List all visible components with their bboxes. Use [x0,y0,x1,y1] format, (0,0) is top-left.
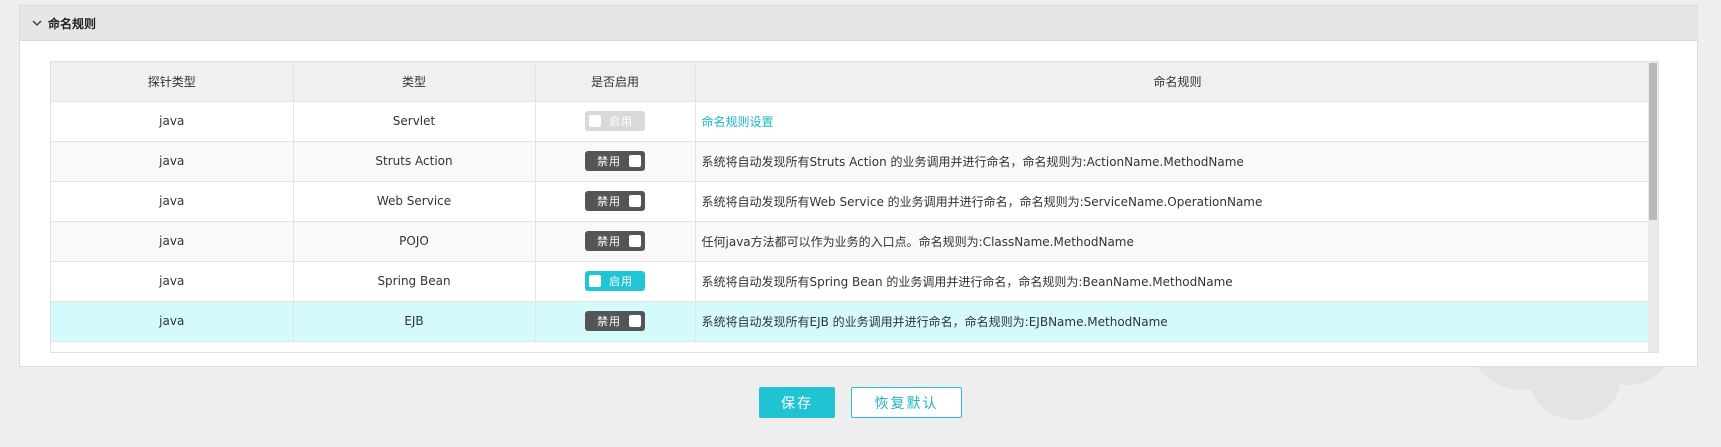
table-row[interactable]: java Web Service 禁用 系统将自动发现所有Web Service 的业… [51,181,1658,222]
enable-toggle[interactable]: 禁用 [585,311,645,331]
cell-enabled: 禁用 [535,141,696,182]
enable-toggle[interactable]: 禁用 [585,231,645,251]
enable-toggle[interactable]: 启用 [585,111,645,131]
toggle-knob [629,315,641,327]
table-row[interactable]: java EJB 禁用 系统将自动发现所有EJB 的业务调用并进行命名，命名规则为:E… [51,301,1658,342]
panel-header[interactable]: 命名规则 [20,6,1697,41]
scrollbar-thumb[interactable] [1649,63,1657,220]
cell-naming-rule: 系统将自动发现所有Web Service 的业务调用并进行命名，命名规则为:Se… [695,181,1658,222]
column-header-type: 类型 [293,62,536,102]
chevron-down-icon[interactable] [32,18,42,28]
toggle-label: 启用 [609,115,633,128]
rules-table: 探针类型 类型 是否启用 命名规则 java Servlet 启用 命名规则设置 jav… [51,62,1658,342]
column-header-naming-rule: 命名规则 [695,62,1658,102]
toggle-knob [589,275,601,287]
cell-enabled: 启用 [535,261,696,302]
naming-rules-panel: 命名规则 探针类型 类型 是否启用 命名规则 java Servlet 启用 命名规则… [19,5,1698,367]
cell-probe-type: java [51,261,294,302]
panel-title: 命名规则 [48,16,97,31]
cell-enabled: 禁用 [535,181,696,222]
cell-probe-type: java [51,101,294,142]
toggle-knob [629,235,641,247]
toggle-label: 禁用 [597,315,621,328]
cell-naming-rule: 系统将自动发现所有Struts Action 的业务调用并进行命名，命名规则为:… [695,141,1658,182]
cell-type: EJB [293,301,536,342]
cell-type: POJO [293,221,536,262]
toggle-knob [589,115,601,127]
toggle-label: 禁用 [597,155,621,168]
table-scrollbar[interactable] [1648,62,1658,352]
toggle-label: 禁用 [597,235,621,248]
cell-type: Web Service [293,181,536,222]
cell-probe-type: java [51,301,294,342]
toggle-knob [629,195,641,207]
enable-toggle[interactable]: 禁用 [585,191,645,211]
table-row[interactable]: java POJO 禁用 任何java方法都可以作为业务的入口点。命名规则为:Clas… [51,221,1658,262]
cell-enabled: 禁用 [535,221,696,262]
cell-type: Servlet [293,101,536,142]
save-button[interactable]: 保存 [759,387,835,418]
cell-type: Spring Bean [293,261,536,302]
rules-table-container: 探针类型 类型 是否启用 命名规则 java Servlet 启用 命名规则设置 jav… [50,61,1659,353]
toggle-label: 启用 [609,275,633,288]
enable-toggle[interactable]: 启用 [585,271,645,291]
cell-naming-rule: 命名规则设置 [695,101,1658,142]
table-row[interactable]: java Spring Bean 启用 系统将自动发现所有Spring Bean 的业… [51,261,1658,302]
cell-enabled: 禁用 [535,301,696,342]
cell-probe-type: java [51,181,294,222]
table-row[interactable]: java Servlet 启用 命名规则设置 [51,101,1658,142]
cell-naming-rule: 任何java方法都可以作为业务的入口点。命名规则为:ClassName.Meth… [695,221,1658,262]
toggle-label: 禁用 [597,195,621,208]
cell-probe-type: java [51,221,294,262]
table-row[interactable]: java Struts Action 禁用 系统将自动发现所有Struts Actio… [51,141,1658,182]
table-header-row: 探针类型 类型 是否启用 命名规则 [51,62,1658,102]
cell-probe-type: java [51,141,294,182]
cell-naming-rule: 系统将自动发现所有EJB 的业务调用并进行命名，命名规则为:EJBName.Me… [695,301,1658,342]
column-header-enabled: 是否启用 [535,62,696,102]
restore-default-button[interactable]: 恢复默认 [851,387,962,418]
cell-naming-rule: 系统将自动发现所有Spring Bean 的业务调用并进行命名，命名规则为:Be… [695,261,1658,302]
column-header-probe-type: 探针类型 [51,62,294,102]
cell-type: Struts Action [293,141,536,182]
enable-toggle[interactable]: 禁用 [585,151,645,171]
cell-enabled: 启用 [535,101,696,142]
toggle-knob [629,155,641,167]
naming-rule-settings-link[interactable]: 命名规则设置 [702,115,774,129]
